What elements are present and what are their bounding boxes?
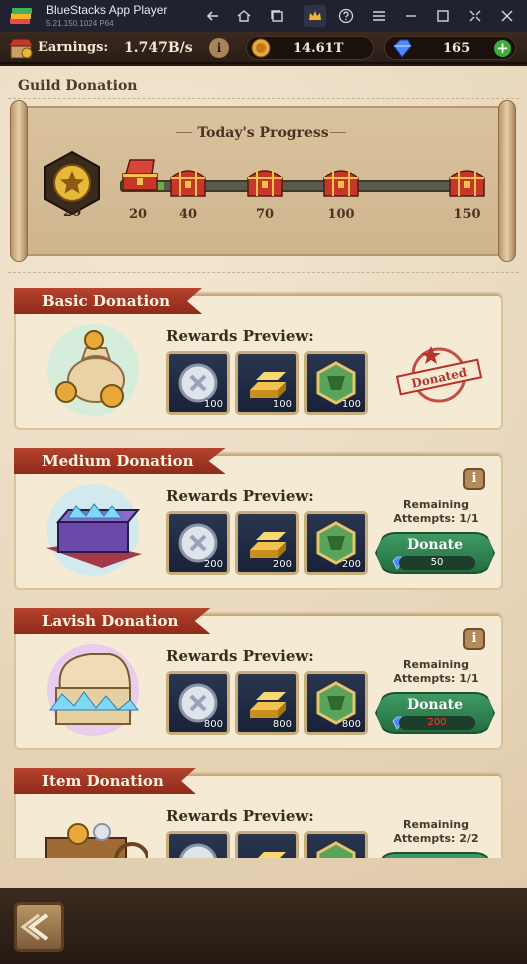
donate-cost: 200	[399, 716, 475, 730]
card-title: Basic Donation	[14, 288, 203, 314]
gem-box-icon	[46, 484, 142, 576]
chest-icon[interactable]	[245, 164, 285, 198]
bluestacks-logo	[10, 8, 32, 24]
card-title: Lavish Donation	[14, 608, 211, 634]
chest-icon-open[interactable]	[120, 158, 160, 192]
medium-donation-card: Medium Donation Rewards Preview: 200 200…	[14, 448, 503, 590]
reward-guild-emblem[interactable]: 800	[304, 671, 368, 735]
coins-pill[interactable]: 14.61T	[246, 36, 374, 60]
attempts-label: Attempts: 1/1	[393, 512, 479, 525]
milestone-label: 100	[327, 207, 355, 222]
donated-stamp: Donated	[396, 346, 482, 403]
donate-button[interactable]	[375, 852, 495, 858]
gems-value: 165	[443, 40, 471, 56]
progress-title: Today's Progress	[197, 125, 329, 141]
back-arrow-icon	[20, 913, 49, 941]
bottom-bar	[0, 888, 527, 964]
reward-gold-bar[interactable]	[235, 831, 299, 858]
reward-silver-medal[interactable]	[166, 831, 230, 858]
progress-current-value: 20	[62, 205, 82, 220]
resource-bar: Earnings: 1.747B/s i 14.61T 165 +	[0, 32, 527, 64]
help-icon[interactable]	[335, 5, 357, 27]
earnings-info-icon[interactable]: i	[209, 38, 229, 58]
donate-button[interactable]: Donate 50	[375, 532, 495, 574]
rewards-preview-label: Rewards Preview:	[166, 327, 314, 345]
rewards-preview-label: Rewards Preview:	[166, 487, 314, 505]
minimize-icon[interactable]	[400, 5, 422, 27]
back-arrow-icon[interactable]	[202, 5, 224, 27]
restore-icon[interactable]	[464, 5, 486, 27]
lavish-donation-card: Lavish Donation Rewards Preview: 800 800…	[14, 608, 503, 750]
menu-icon[interactable]	[368, 5, 390, 27]
window-title: BlueStacks App Player	[46, 3, 168, 17]
gems-pill[interactable]: 165 +	[384, 36, 516, 60]
remaining-label: Remaining	[403, 498, 469, 511]
reward-guild-emblem[interactable]: 200	[304, 511, 368, 575]
add-gems-button[interactable]: +	[494, 40, 511, 57]
donation-list[interactable]: Basic Donation Rewards Preview: 100 100 …	[0, 280, 527, 858]
reward-gold-bar[interactable]: 800	[235, 671, 299, 735]
item-cart-icon	[45, 823, 148, 858]
window-titlebar: BlueStacks App Player 5.21.150.1024 P64	[0, 0, 527, 32]
card-title: Medium Donation	[14, 448, 226, 474]
item-donation-card: Item Donation Rewards Preview: Remaining…	[14, 768, 503, 858]
coin-icon	[251, 38, 271, 58]
rewards-preview-label: Rewards Preview:	[166, 807, 314, 825]
close-icon[interactable]	[496, 5, 518, 27]
earnings-label: Earnings:	[38, 40, 109, 55]
reward-guild-emblem[interactable]: 100	[304, 351, 368, 415]
reward-guild-emblem[interactable]	[304, 831, 368, 858]
donate-button[interactable]: Donate 200	[375, 692, 495, 734]
coin-bag-icon	[47, 324, 139, 416]
earnings-value: 1.747B/s	[124, 40, 193, 56]
reward-gold-bar[interactable]: 100	[235, 351, 299, 415]
chest-icon[interactable]	[168, 164, 208, 198]
attempts-label: Attempts: 1/1	[393, 672, 479, 685]
silver-medal-icon	[179, 843, 217, 858]
chest-icon[interactable]	[321, 164, 361, 198]
maximize-icon[interactable]	[432, 5, 454, 27]
guild-emblem-icon	[316, 841, 356, 858]
donate-cost: 50	[399, 556, 475, 570]
milestone-label: 70	[255, 207, 275, 222]
gem-icon	[393, 39, 412, 58]
remaining-label: Remaining	[403, 658, 469, 671]
treasure-chest-icon	[47, 644, 140, 736]
attempts-label: Attempts: 2/2	[393, 832, 479, 845]
crown-icon[interactable]	[304, 5, 326, 27]
remaining-label: Remaining	[403, 818, 469, 831]
reward-gold-bar[interactable]: 200	[235, 511, 299, 575]
app-version: 5.21.150.1024 P64	[46, 19, 114, 28]
page-title: Guild Donation	[18, 78, 138, 94]
card-title: Item Donation	[14, 768, 196, 794]
reward-silver-medal[interactable]: 100	[166, 351, 230, 415]
chest-icon[interactable]	[447, 164, 487, 198]
multi-instance-icon[interactable]	[266, 5, 288, 27]
milestone-label: 20	[128, 207, 148, 222]
basic-donation-card: Basic Donation Rewards Preview: 100 100 …	[14, 288, 503, 430]
rewards-preview-label: Rewards Preview:	[166, 647, 314, 665]
coins-value: 14.61T	[293, 40, 344, 56]
info-button[interactable]: i	[463, 628, 485, 650]
milestone-label: 150	[453, 207, 481, 222]
info-button[interactable]: i	[463, 468, 485, 490]
milestone-label: 40	[178, 207, 198, 222]
reward-silver-medal[interactable]: 800	[166, 671, 230, 735]
home-icon[interactable]	[233, 5, 255, 27]
shop-icon	[8, 38, 34, 59]
gold-bar-icon	[258, 852, 286, 858]
back-button[interactable]	[14, 902, 64, 952]
reward-silver-medal[interactable]: 200	[166, 511, 230, 575]
